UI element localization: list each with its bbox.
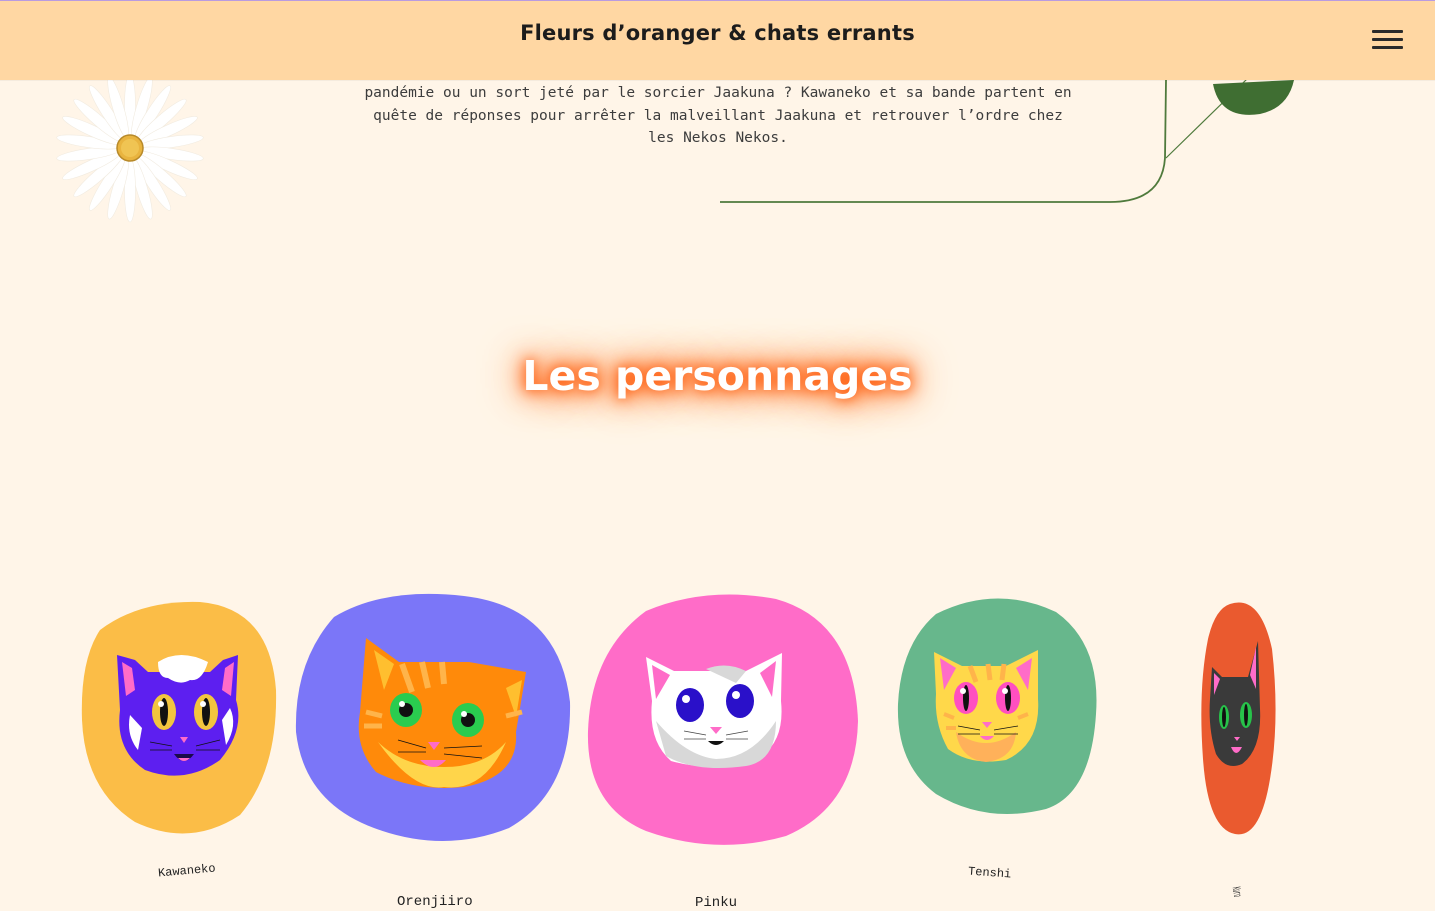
site-header: Fleurs d’oranger & chats errants bbox=[0, 0, 1435, 80]
orange-tabby-cat-icon bbox=[295, 593, 571, 841]
character-name-kawaneko: Kawaneko bbox=[157, 861, 217, 881]
character-card-orenjiiro[interactable]: Orenjiiro bbox=[294, 592, 572, 910]
purple-cat-icon bbox=[81, 601, 277, 834]
character-name-kuro: Kuro bbox=[1228, 885, 1245, 899]
character-card-tenshi[interactable]: Tenshi bbox=[896, 594, 1101, 881]
story-intro-text: pandémie ou un sort jeté par le sorcier … bbox=[364, 85, 1072, 146]
character-card-pinku[interactable]: Pinku bbox=[586, 591, 860, 911]
section-title-characters: Les personnages bbox=[522, 352, 913, 400]
menu-bar-bottom bbox=[1372, 46, 1403, 49]
menu-bar-top bbox=[1372, 30, 1403, 33]
character-name-pinku: Pinku bbox=[695, 895, 738, 911]
character-card-kuro[interactable]: Kuro bbox=[1200, 599, 1278, 898]
character-name-tenshi: Tenshi bbox=[967, 864, 1012, 882]
white-cat-icon bbox=[587, 594, 858, 845]
menu-bar-middle bbox=[1372, 38, 1403, 41]
character-name-orenjiiro: Orenjiiro bbox=[397, 894, 473, 910]
character-card-kawaneko[interactable]: Kawaneko bbox=[80, 600, 280, 880]
hamburger-menu-icon[interactable] bbox=[1372, 29, 1406, 51]
yellow-cat-icon bbox=[897, 598, 1097, 814]
site-title[interactable]: Fleurs d’oranger & chats errants bbox=[0, 21, 1435, 45]
black-cat-icon bbox=[1201, 602, 1276, 835]
daisy-flower-icon bbox=[56, 73, 204, 223]
